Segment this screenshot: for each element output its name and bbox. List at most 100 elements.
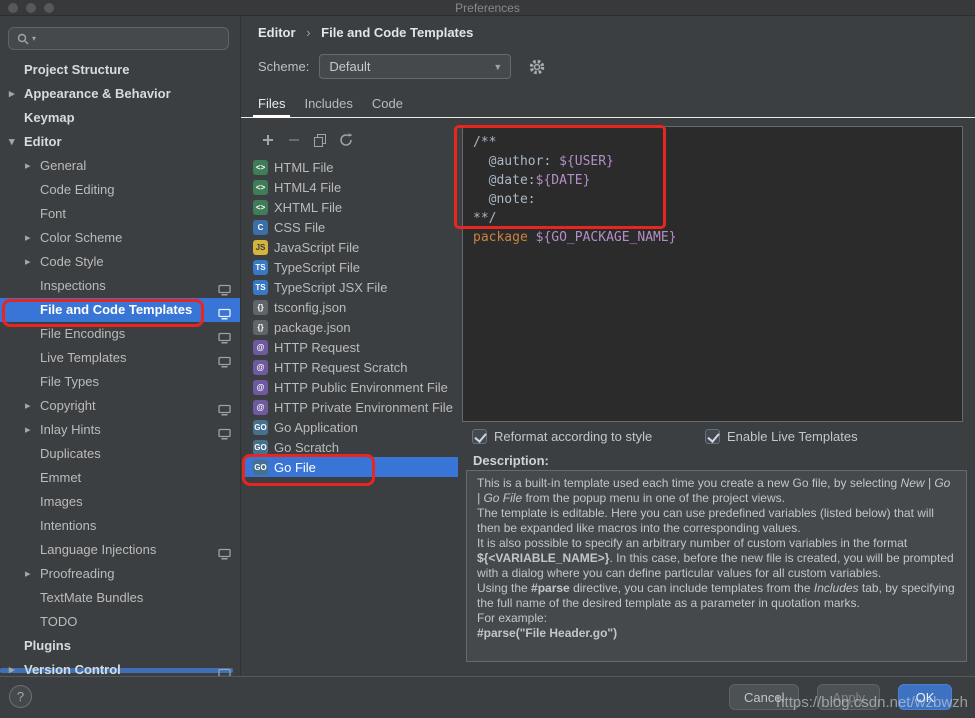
template-item-css-file[interactable]: CCSS File [244, 217, 458, 237]
option-enable-live-templates[interactable]: Enable Live Templates [705, 429, 858, 444]
settings-search-field[interactable]: ▾ [8, 27, 229, 50]
settings-tree: Project Structure▸Appearance & BehaviorK… [0, 58, 240, 676]
template-item-xhtml-file[interactable]: <>XHTML File [244, 197, 458, 217]
template-item-package-json[interactable]: {}package.json [244, 317, 458, 337]
copy-template-button[interactable] [312, 132, 328, 148]
scheme-selected-value: Default [329, 59, 370, 74]
go-file-icon: GO [253, 460, 268, 475]
template-item-go-application[interactable]: GOGo Application [244, 417, 458, 437]
template-item-go-scratch[interactable]: GOGo Scratch [244, 437, 458, 457]
sidebar-item-general[interactable]: ▸ General [0, 154, 240, 178]
sidebar-item-inspections[interactable]: Inspections [0, 274, 240, 298]
template-item-javascript-file[interactable]: JSJavaScript File [244, 237, 458, 257]
template-item-http-request[interactable]: @HTTP Request [244, 337, 458, 357]
sidebar-item-images[interactable]: Images [0, 490, 240, 514]
sidebar-item-version-control[interactable]: ▸ Version Control [0, 658, 240, 676]
checkbox-icon[interactable] [705, 429, 720, 444]
sidebar-item-label: Inlay Hints [40, 422, 101, 437]
chevron-down-icon: ▼ [493, 62, 502, 72]
sidebar-item-emmet[interactable]: Emmet [0, 466, 240, 490]
sidebar-item-label: Code Style [40, 254, 104, 269]
chevron-right-icon[interactable]: ▸ [25, 226, 31, 250]
sidebar-item-color-scheme[interactable]: ▸ Color Scheme [0, 226, 240, 250]
tab-includes[interactable]: Includes [304, 90, 352, 118]
checkbox-icon[interactable] [472, 429, 487, 444]
sidebar-item-code-editing[interactable]: Code Editing [0, 178, 240, 202]
css-file-icon: C [253, 220, 268, 235]
sidebar-item-file-types[interactable]: File Types [0, 370, 240, 394]
settings-sidebar: ▾ Project Structure▸Appearance & Behavio… [0, 16, 241, 676]
sidebar-item-label: Version Control [24, 662, 121, 676]
chevron-right-icon[interactable]: ▸ [9, 82, 15, 106]
option-reformat-according-to-style[interactable]: Reformat according to style [472, 429, 652, 444]
sidebar-item-label: Appearance & Behavior [24, 86, 171, 101]
sidebar-item-textmate-bundles[interactable]: TextMate Bundles [0, 586, 240, 610]
template-item-typescript-jsx-file[interactable]: TSTypeScript JSX File [244, 277, 458, 297]
sidebar-item-label: General [40, 158, 86, 173]
template-item-tsconfig-json[interactable]: {}tsconfig.json [244, 297, 458, 317]
tab-files[interactable]: Files [258, 90, 285, 118]
template-list-panel: <>HTML File<>HTML4 File<>XHTML FileCCSS … [244, 118, 458, 676]
sidebar-item-project-structure[interactable]: Project Structure [0, 58, 240, 82]
chevron-right-icon[interactable]: ▸ [25, 154, 31, 178]
sidebar-item-editor[interactable]: ▾Editor [0, 130, 240, 154]
option-label: Reformat according to style [494, 429, 652, 444]
sidebar-item-label: Code Editing [40, 182, 114, 197]
scheme-row: Scheme: Default ▼ [258, 54, 546, 79]
sidebar-item-label: Emmet [40, 470, 81, 485]
template-item-html4-file[interactable]: <>HTML4 File [244, 177, 458, 197]
template-item-label: HTTP Public Environment File [274, 380, 448, 395]
template-tabs: Files Includes Code [241, 90, 975, 118]
sidebar-item-label: Intentions [40, 518, 96, 533]
ts-file-icon: TS [253, 260, 268, 275]
template-item-go-file[interactable]: GOGo File [244, 457, 458, 477]
chevron-right-icon[interactable]: ▸ [25, 394, 31, 418]
sidebar-item-language-injections[interactable]: Language Injections [0, 538, 240, 562]
chevron-right-icon[interactable]: ▸ [25, 250, 31, 274]
main-panel: Editor › File and Code Templates Scheme:… [241, 16, 975, 676]
template-item-typescript-file[interactable]: TS TypeScript File [244, 257, 458, 277]
sidebar-item-code-style[interactable]: ▸ Code Style [0, 250, 240, 274]
description-paragraph: It is also possible to specify an arbitr… [477, 536, 956, 581]
template-item-label: HTML File [274, 160, 333, 175]
go-file-icon: GO [253, 420, 268, 435]
sidebar-item-file-encodings[interactable]: File Encodings [0, 322, 240, 346]
template-item-label: TypeScript JSX File [274, 280, 387, 295]
plus-icon [261, 133, 275, 147]
template-item-http-request-scratch[interactable]: @HTTP Request Scratch [244, 357, 458, 377]
tab-code[interactable]: Code [372, 90, 403, 118]
sidebar-item-keymap[interactable]: Keymap [0, 106, 240, 130]
scheme-select[interactable]: Default ▼ [319, 54, 511, 79]
sidebar-item-proofreading[interactable]: ▸Proofreading [0, 562, 240, 586]
template-editor[interactable]: /** @author: ${USER} @date:${DATE} @note… [462, 126, 963, 422]
template-item-html-file[interactable]: <>HTML File [244, 157, 458, 177]
add-template-button[interactable] [260, 132, 276, 148]
chevron-right-icon[interactable]: ▸ [25, 418, 31, 442]
sidebar-item-duplicates[interactable]: Duplicates [0, 442, 240, 466]
chevron-right-icon[interactable]: ▸ [25, 562, 31, 586]
breadcrumb-editor[interactable]: Editor [258, 25, 296, 40]
sidebar-item-file-and-code-templates[interactable]: File and Code Templates [0, 298, 240, 322]
remove-template-button[interactable] [286, 132, 302, 148]
sidebar-item-appearance-behavior[interactable]: ▸ Appearance & Behavior [0, 82, 240, 106]
gear-icon[interactable] [528, 58, 546, 76]
sidebar-item-plugins[interactable]: Plugins [0, 634, 240, 658]
sidebar-item-todo[interactable]: TODO [0, 610, 240, 634]
sidebar-item-label: Plugins [24, 638, 71, 653]
sidebar-item-label: Color Scheme [40, 230, 122, 245]
sidebar-item-live-templates[interactable]: Live Templates [0, 346, 240, 370]
template-item-http-public-environment-file[interactable]: @HTTP Public Environment File [244, 377, 458, 397]
chevron-right-icon[interactable]: ▸ [9, 658, 15, 676]
sidebar-item-intentions[interactable]: Intentions [0, 514, 240, 538]
template-item-label: TypeScript File [274, 260, 360, 275]
help-button[interactable]: ? [9, 685, 32, 708]
chevron-down-icon[interactable]: ▾ [9, 130, 15, 154]
minus-icon [287, 133, 301, 147]
sidebar-item-font[interactable]: Font [0, 202, 240, 226]
template-item-http-private-environment-file[interactable]: @HTTP Private Environment File [244, 397, 458, 417]
sidebar-item-inlay-hints[interactable]: ▸ Inlay Hints [0, 418, 240, 442]
revert-icon [339, 133, 353, 147]
template-item-label: HTTP Private Environment File [274, 400, 453, 415]
sidebar-item-copyright[interactable]: ▸Copyright [0, 394, 240, 418]
reset-template-button[interactable] [338, 132, 354, 148]
